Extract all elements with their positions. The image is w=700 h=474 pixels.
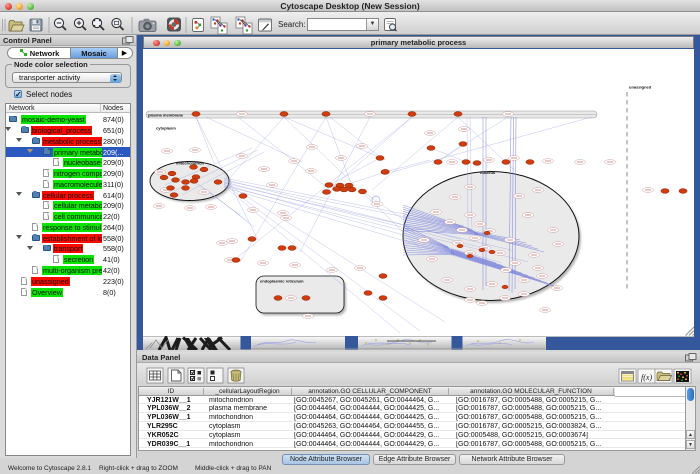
svg-text:unassigned: unassigned xyxy=(629,85,652,90)
svg-text:f(x): f(x) xyxy=(641,373,652,382)
svg-text:endoplasmic reticulum: endoplasmic reticulum xyxy=(260,279,304,284)
svg-text:nucleus: nucleus xyxy=(480,170,496,175)
svg-text:plasma membrane: plasma membrane xyxy=(148,113,184,118)
svg-text:mitochondrion: mitochondrion xyxy=(176,161,205,166)
svg-text:cytoplasm: cytoplasm xyxy=(156,126,176,131)
